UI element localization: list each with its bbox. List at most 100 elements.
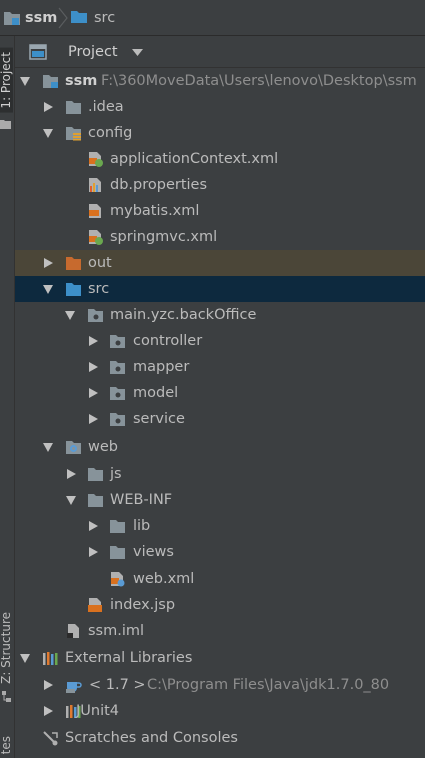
node-label: web.xml — [133, 571, 195, 587]
package-icon — [110, 361, 125, 374]
favorites-tool-tab[interactable]: tes — [0, 736, 13, 754]
folder-icon — [0, 120, 11, 129]
tree-node-jdk[interactable]: < 1.7 > C:\Program Files\Java\jdk1.7.0_8… — [15, 672, 425, 698]
node-label: main.yzc.backOffice — [110, 307, 257, 323]
tree-node-js[interactable]: js — [15, 461, 425, 487]
project-view-icon — [29, 44, 47, 60]
node-label: service — [133, 411, 185, 427]
node-label: ssm.iml — [88, 623, 145, 639]
node-label: config — [88, 125, 133, 141]
package-icon — [110, 335, 125, 348]
package-icon — [110, 387, 125, 400]
tree-node-web-inf[interactable]: WEB-INF — [15, 487, 425, 513]
tree-node-ssm-root[interactable]: ssm F:\360MoveData\Users\lenovo\Desktop\… — [15, 68, 425, 94]
tree-node-views[interactable]: views — [15, 539, 425, 565]
spring-xml-file-icon — [89, 230, 103, 245]
tree-node-model[interactable]: model — [15, 380, 425, 406]
expand-arrow-icon[interactable] — [89, 414, 98, 424]
source-folder-icon — [66, 283, 81, 296]
structure-tool-tab[interactable]: Z: Structure — [0, 612, 13, 684]
navigation-bar: ssm src — [0, 0, 425, 36]
project-panel-header: Project — [15, 36, 425, 68]
node-label: index.jsp — [110, 597, 176, 613]
expand-arrow-icon[interactable] — [44, 258, 53, 268]
tree-node-application-context[interactable]: applicationContext.xml — [15, 146, 425, 172]
tree-node-lib[interactable]: lib — [15, 513, 425, 539]
project-tree: ssm F:\360MoveData\Users\lenovo\Desktop\… — [15, 68, 425, 758]
tree-node-config[interactable]: config — [15, 120, 425, 146]
folder-icon — [110, 520, 125, 533]
node-label: out — [88, 255, 112, 271]
node-label: Scratches and Consoles — [65, 730, 238, 746]
node-label: controller — [133, 333, 203, 349]
tree-node-mybatis[interactable]: mybatis.xml — [15, 198, 425, 224]
node-label: src — [88, 281, 110, 297]
tree-node-idea[interactable]: .idea — [15, 94, 425, 120]
collapse-arrow-icon[interactable] — [43, 443, 53, 452]
expand-arrow-icon[interactable] — [44, 680, 53, 690]
expand-arrow-icon[interactable] — [44, 706, 53, 716]
tree-node-web[interactable]: web — [15, 434, 425, 460]
collapse-arrow-icon[interactable] — [43, 285, 53, 294]
expand-arrow-icon[interactable] — [89, 336, 98, 346]
tree-node-mapper[interactable]: mapper — [15, 354, 425, 380]
node-label: lib — [133, 518, 151, 534]
collapse-arrow-icon[interactable] — [43, 129, 53, 138]
package-icon — [110, 413, 125, 426]
tree-node-springmvc[interactable]: springmvc.xml — [15, 224, 425, 250]
breadcrumb-src[interactable]: src — [94, 9, 115, 27]
collapse-arrow-icon[interactable] — [20, 77, 30, 86]
node-label: WEB-INF — [110, 492, 173, 508]
node-label: applicationContext.xml — [110, 151, 279, 167]
folder-icon — [110, 546, 125, 559]
project-module-icon — [4, 12, 20, 25]
node-label: .idea — [88, 99, 124, 115]
breadcrumb-project[interactable]: ssm — [25, 9, 57, 27]
project-tool-tab[interactable]: 1: Project — [0, 48, 13, 113]
breadcrumb-separator-icon — [58, 7, 68, 29]
node-label: views — [133, 544, 174, 560]
web-folder-icon — [66, 441, 81, 454]
node-label: springmvc.xml — [110, 229, 218, 245]
expand-arrow-icon[interactable] — [89, 362, 98, 372]
tree-node-ssm-iml[interactable]: ssm.iml — [15, 618, 425, 644]
tree-node-scratches[interactable]: Scratches and Consoles — [15, 725, 425, 751]
node-label: js — [110, 466, 122, 482]
tree-node-controller[interactable]: controller — [15, 328, 425, 354]
project-view-selector[interactable]: Project — [68, 43, 118, 61]
expand-arrow-icon[interactable] — [89, 521, 98, 531]
tree-node-db-properties[interactable]: db.properties — [15, 172, 425, 198]
scratches-icon — [43, 731, 58, 746]
node-label: < 1.7 > — [89, 677, 146, 693]
folder-icon — [88, 494, 103, 507]
node-label: mapper — [133, 359, 190, 375]
expand-arrow-icon[interactable] — [67, 469, 76, 479]
tree-node-service[interactable]: service — [15, 406, 425, 432]
node-label: db.properties — [110, 177, 208, 193]
tree-node-package[interactable]: main.yzc.backOffice — [15, 302, 425, 328]
tree-node-junit4[interactable]: JUnit4 — [15, 698, 425, 724]
node-path: C:\Program Files\Java\jdk1.7.0_80 — [147, 677, 390, 693]
expand-arrow-icon[interactable] — [89, 547, 98, 557]
node-label: ssm — [65, 73, 98, 89]
node-label: mybatis.xml — [110, 203, 200, 219]
collapse-arrow-icon[interactable] — [66, 496, 76, 505]
folder-icon — [88, 468, 103, 481]
jdk-icon — [66, 682, 82, 693]
web-xml-file-icon — [111, 572, 125, 587]
node-label: model — [133, 385, 179, 401]
jsp-file-icon — [88, 598, 102, 612]
properties-file-icon — [89, 178, 101, 192]
collapse-arrow-icon[interactable] — [20, 654, 30, 663]
chevron-down-icon[interactable] — [132, 49, 143, 57]
collapse-arrow-icon[interactable] — [65, 311, 75, 320]
node-path: F:\360MoveData\Users\lenovo\Desktop\ssm — [101, 73, 417, 89]
expand-arrow-icon[interactable] — [44, 102, 53, 112]
tree-node-index-jsp[interactable]: index.jsp — [15, 592, 425, 618]
tree-node-out[interactable]: out — [15, 250, 425, 276]
node-label: web — [88, 439, 118, 455]
expand-arrow-icon[interactable] — [89, 388, 98, 398]
tree-node-external-libraries[interactable]: External Libraries — [15, 645, 425, 671]
tree-node-web-xml[interactable]: web.xml — [15, 566, 425, 592]
tree-node-src[interactable]: src — [15, 276, 425, 302]
